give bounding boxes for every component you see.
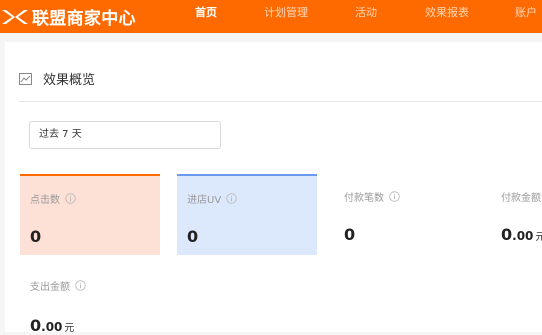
section-header: 效果概览 bbox=[19, 69, 95, 88]
metric-value-spend-amount: 0.00 元 bbox=[30, 316, 75, 335]
metric-label-clicks: 点击数 bbox=[30, 195, 60, 206]
nav-item-account[interactable]: 账户 bbox=[515, 0, 537, 33]
metric-label-spend-amount: 支出金额 bbox=[30, 282, 70, 293]
metric-card-payments[interactable]: 付款笔数 0 bbox=[334, 174, 474, 255]
metric-card-spend-amount[interactable]: 支出金额 0.00 元 bbox=[20, 264, 160, 335]
metric-card-store-uv[interactable]: 进店UV 0 bbox=[177, 174, 317, 255]
nav-item-home[interactable]: 首页 bbox=[195, 0, 217, 33]
alliance-logo-icon bbox=[2, 9, 28, 24]
metric-card-payment-amount[interactable]: 付款金额 0.00 元 bbox=[491, 174, 542, 255]
brand-logo[interactable]: 联盟商家中心 bbox=[0, 0, 136, 33]
nav-item-reports[interactable]: 效果报表 bbox=[425, 0, 469, 33]
overview-panel: 效果概览 过去 7 天 点击数 0 进店UV 0 付款笔数 0 付款金额 0.0… bbox=[5, 42, 542, 335]
metric-value-payment-amount: 0.00 元 bbox=[501, 225, 542, 244]
metric-value-payments: 0 bbox=[344, 225, 356, 244]
brand-name: 联盟商家中心 bbox=[32, 9, 136, 29]
metric-value-store-uv: 0 bbox=[187, 227, 199, 246]
line-chart-icon bbox=[19, 72, 32, 85]
date-range-select[interactable]: 过去 7 天 bbox=[29, 121, 221, 149]
nav-item-plan-management[interactable]: 计划管理 bbox=[264, 0, 308, 33]
metric-value-clicks: 0 bbox=[30, 227, 42, 246]
divider bbox=[19, 101, 542, 102]
section-title: 效果概览 bbox=[43, 73, 96, 88]
metric-card-clicks[interactable]: 点击数 0 bbox=[20, 174, 160, 255]
nav-item-activities[interactable]: 活动 bbox=[355, 0, 377, 33]
info-circle-icon[interactable] bbox=[226, 193, 237, 204]
metric-label-payments: 付款笔数 bbox=[344, 193, 384, 204]
top-navigation-bar: 联盟商家中心 首页 计划管理 活动 效果报表 账户 bbox=[0, 0, 542, 33]
info-circle-icon[interactable] bbox=[75, 280, 86, 291]
metric-label-store-uv: 进店UV bbox=[187, 195, 222, 206]
info-circle-icon[interactable] bbox=[65, 193, 76, 204]
metric-label-payment-amount: 付款金额 bbox=[501, 193, 541, 204]
info-circle-icon[interactable] bbox=[389, 191, 400, 202]
